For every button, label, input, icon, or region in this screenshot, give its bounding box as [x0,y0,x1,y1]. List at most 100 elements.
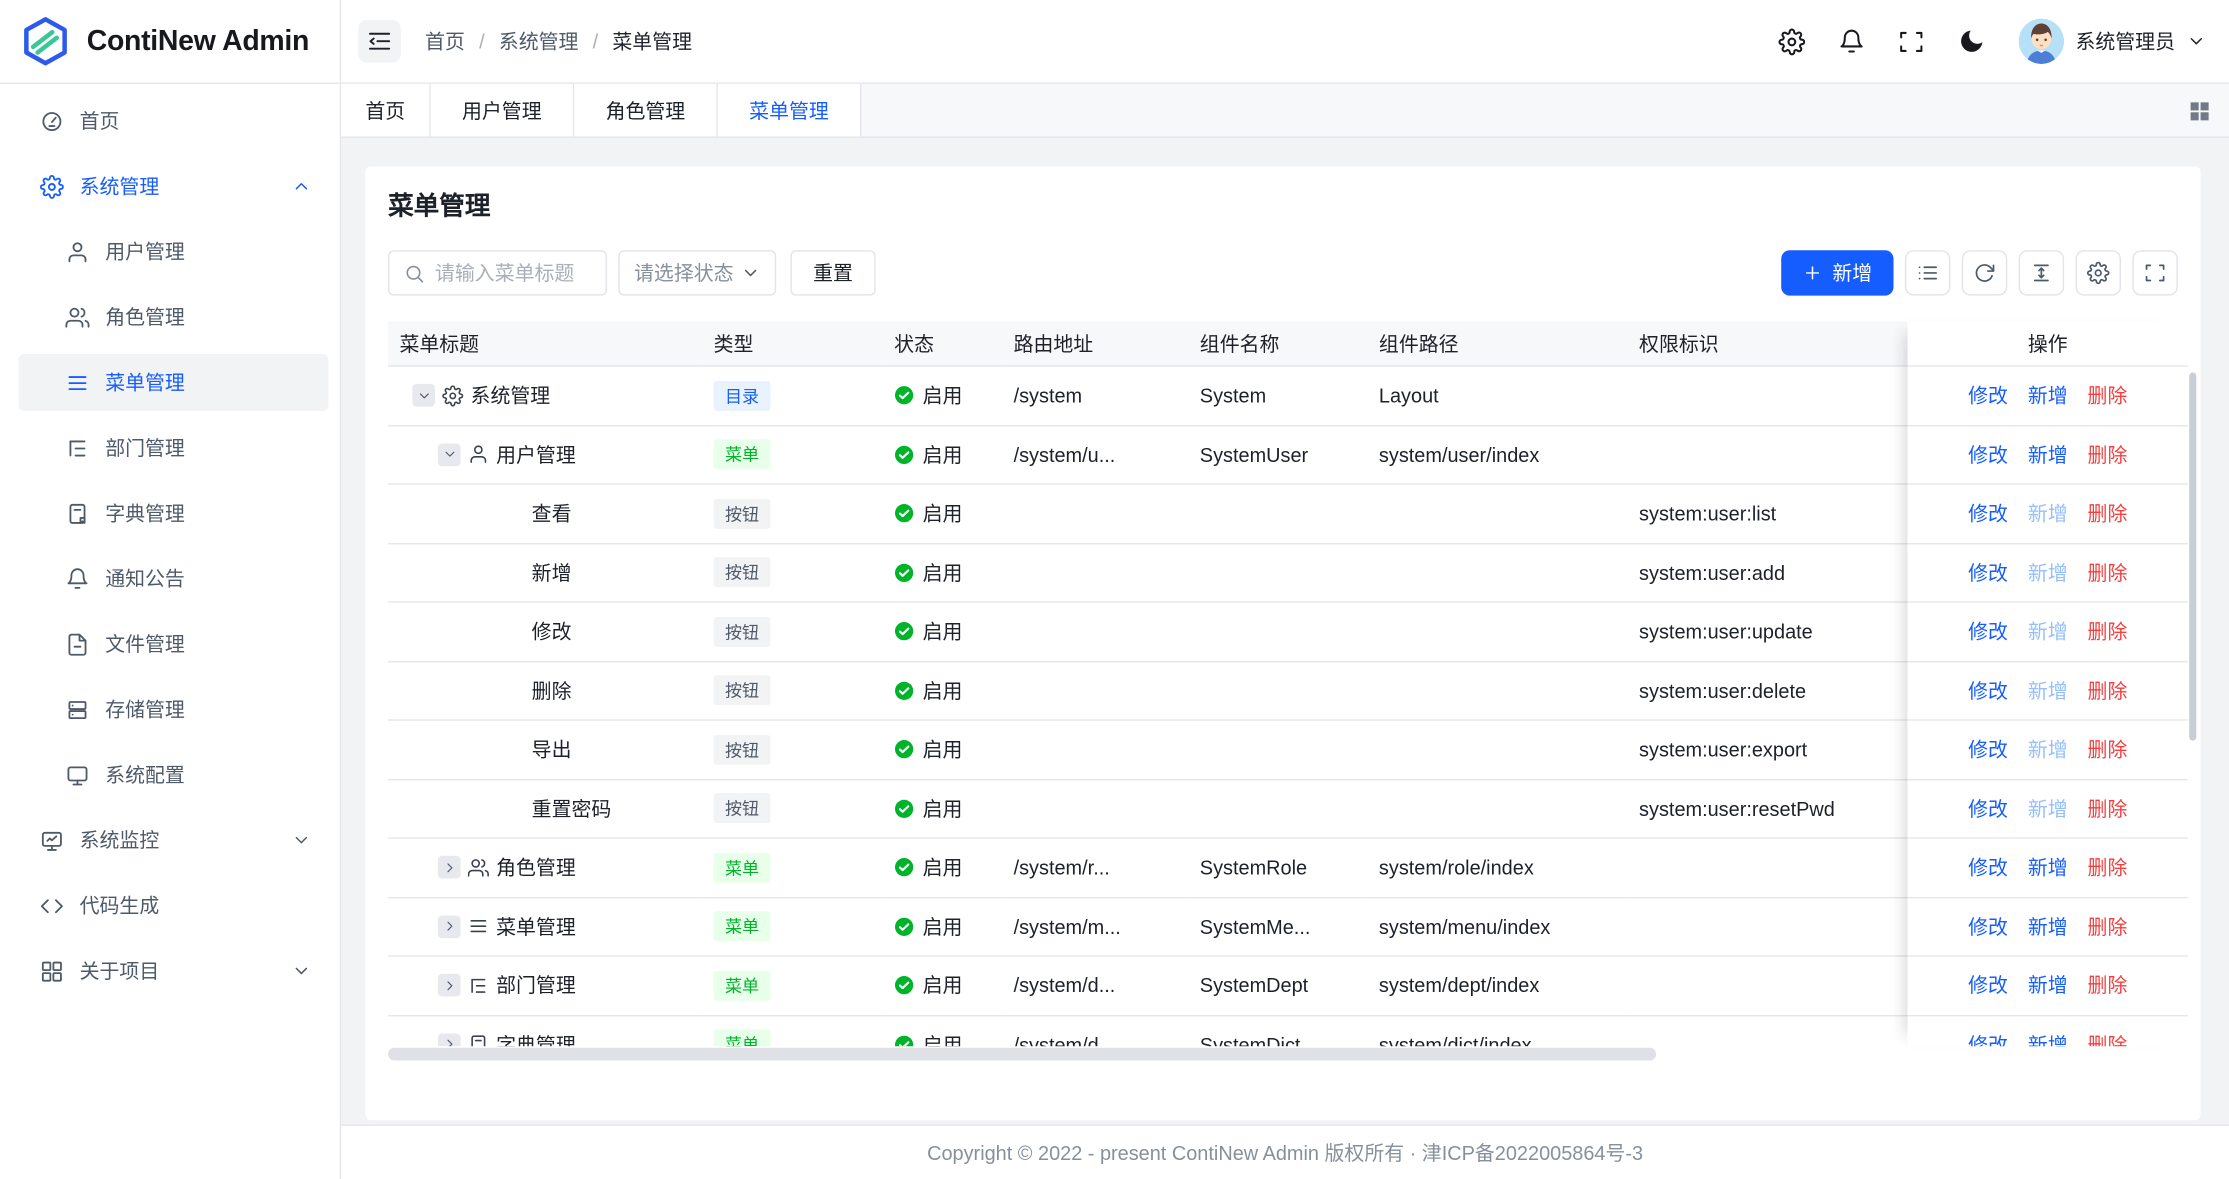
refresh-button[interactable] [1962,250,2007,295]
check-circle-icon [894,1035,914,1047]
sidebar-item-9[interactable]: 存储管理 [18,681,328,738]
expand-toggle[interactable] [438,856,461,879]
sidebar-item-8[interactable]: 文件管理 [18,616,328,673]
op-modify[interactable]: 修改 [1968,971,2008,999]
op-add[interactable]: 新增 [2028,853,2068,881]
user-menu[interactable]: 系统管理员 [2019,18,2207,63]
cell-component-path: system/dept/index [1368,957,1628,1016]
vertical-scrollbar[interactable] [2189,372,2196,740]
op-modify[interactable]: 修改 [1968,853,2008,881]
op-delete[interactable]: 删除 [2088,1030,2128,1046]
sidebar-item-11[interactable]: 系统监控 [18,812,328,869]
row-menu-icon [468,916,489,937]
table-fullscreen-button[interactable] [2132,250,2177,295]
sidebar-item-3[interactable]: 角色管理 [18,289,328,346]
op-add[interactable]: 新增 [2028,440,2068,468]
op-add[interactable]: 新增 [2028,1030,2068,1046]
op-delete[interactable]: 删除 [2088,794,2128,822]
op-add[interactable]: 新增 [2028,381,2068,409]
sidebar-item-4[interactable]: 菜单管理 [18,354,328,411]
type-badge: 菜单 [714,971,771,1001]
sidebar-item-5[interactable]: 部门管理 [18,419,328,476]
check-circle-icon [894,622,914,642]
sidebar-collapse-button[interactable] [358,20,401,63]
avatar [2019,18,2064,63]
op-delete[interactable]: 删除 [2088,499,2128,527]
tab-3[interactable]: 菜单管理 [718,84,862,137]
breadcrumb-item[interactable]: 首页 [425,27,465,55]
logo: ContiNew Admin [0,0,340,84]
op-modify[interactable]: 修改 [1968,558,2008,586]
add-button[interactable]: 新增 [1781,250,1893,295]
op-modify[interactable]: 修改 [1968,440,2008,468]
tab-0[interactable]: 首页 [341,84,431,137]
sidebar-item-0[interactable]: 首页 [18,92,328,149]
breadcrumb-item[interactable]: 菜单管理 [612,27,692,55]
settings-button[interactable] [1778,28,1805,55]
cell-title: 重置密码 [388,780,702,839]
status-badge: 启用 [894,794,962,822]
op-add[interactable]: 新增 [2028,794,2068,822]
status-badge: 启用 [894,1030,962,1046]
op-delete[interactable]: 删除 [2088,971,2128,999]
column-settings-button[interactable] [2075,250,2120,295]
op-delete[interactable]: 删除 [2088,676,2128,704]
op-add[interactable]: 新增 [2028,558,2068,586]
tab-1[interactable]: 用户管理 [431,84,575,137]
sidebar-item-12[interactable]: 代码生成 [18,877,328,934]
op-delete[interactable]: 删除 [2088,912,2128,940]
op-modify[interactable]: 修改 [1968,1030,2008,1046]
op-add[interactable]: 新增 [2028,676,2068,704]
cell-type: 目录 [702,367,883,426]
line-height-button[interactable] [2019,250,2064,295]
breadcrumb-item[interactable]: 系统管理 [499,27,579,55]
cell-permission: system:user:list [1628,485,1908,544]
expand-toggle[interactable] [438,974,461,997]
expand-toggle[interactable] [412,384,435,407]
op-modify[interactable]: 修改 [1968,735,2008,763]
op-delete[interactable]: 删除 [2088,558,2128,586]
op-delete[interactable]: 删除 [2088,853,2128,881]
op-modify[interactable]: 修改 [1968,794,2008,822]
op-add[interactable]: 新增 [2028,617,2068,645]
op-add[interactable]: 新增 [2028,735,2068,763]
op-modify[interactable]: 修改 [1968,676,2008,704]
op-delete[interactable]: 删除 [2088,440,2128,468]
list-view-button[interactable] [1905,250,1950,295]
tab-actions-button[interactable] [2188,84,2211,137]
op-add[interactable]: 新增 [2028,499,2068,527]
op-delete[interactable]: 删除 [2088,617,2128,645]
horizontal-scrollbar[interactable] [388,1048,1656,1061]
expand-toggle[interactable] [438,915,461,938]
op-modify[interactable]: 修改 [1968,499,2008,527]
status-select[interactable]: 请选择状态 [618,250,776,295]
expand-toggle[interactable] [438,443,461,466]
cell-component-path [1368,603,1628,662]
notifications-button[interactable] [1838,28,1865,55]
op-delete[interactable]: 删除 [2088,381,2128,409]
fullscreen-button[interactable] [1898,28,1925,55]
cell-title: 部门管理 [388,957,702,1016]
cell-operations: 修改 新增 删除 [1908,544,2188,603]
theme-toggle-button[interactable] [1957,27,1985,55]
op-delete[interactable]: 删除 [2088,735,2128,763]
sidebar-item-7[interactable]: 通知公告 [18,550,328,607]
expand-toggle[interactable] [438,1033,461,1046]
reset-button[interactable]: 重置 [790,250,875,295]
sidebar-item-2[interactable]: 用户管理 [18,223,328,280]
sidebar-item-6[interactable]: 字典管理 [18,485,328,542]
op-modify[interactable]: 修改 [1968,912,2008,940]
sidebar-item-label: 用户管理 [105,237,185,265]
op-modify[interactable]: 修改 [1968,617,2008,645]
cell-type: 菜单 [702,426,883,485]
op-add[interactable]: 新增 [2028,912,2068,940]
tab-2[interactable]: 角色管理 [574,84,718,137]
row-title: 用户管理 [496,440,576,468]
cell-component-path [1368,485,1628,544]
search-input[interactable] [435,262,591,285]
sidebar-item-1[interactable]: 系统管理 [18,158,328,215]
op-modify[interactable]: 修改 [1968,381,2008,409]
op-add[interactable]: 新增 [2028,971,2068,999]
sidebar-item-13[interactable]: 关于项目 [18,942,328,999]
sidebar-item-10[interactable]: 系统配置 [18,746,328,803]
